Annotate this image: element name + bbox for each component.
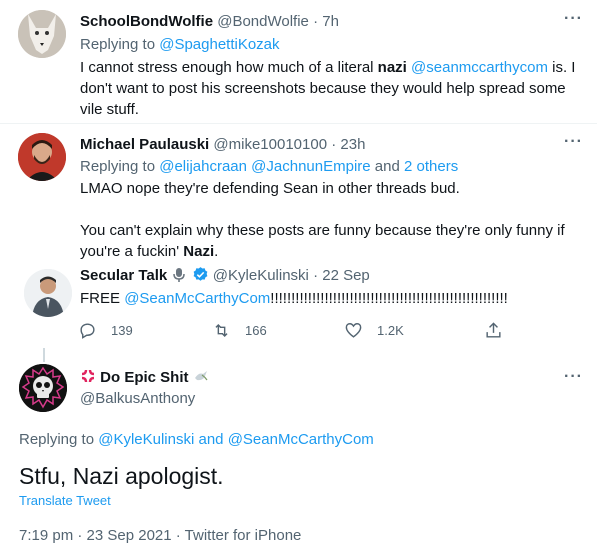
mention-link[interactable]: @SeanMcCarthyCom: [124, 290, 270, 307]
like-count: 1.2K: [377, 323, 404, 338]
person-avatar-icon: [18, 133, 66, 181]
author-name[interactable]: Secular Talk: [80, 267, 167, 284]
replying-and: and: [198, 431, 224, 448]
tweet-text: I cannot stress enough how much of a lit…: [80, 58, 575, 78]
dove-icon: [193, 368, 209, 390]
avatar[interactable]: [19, 364, 67, 412]
author-handle[interactable]: @mike10010100: [213, 136, 327, 153]
tweet-time[interactable]: 7h: [322, 13, 339, 30]
tweet-text-bold: nazi: [377, 59, 407, 76]
tweet-text-bold: Nazi: [183, 243, 215, 260]
reply-button[interactable]: 139: [78, 321, 133, 340]
anger-icon: [80, 368, 96, 390]
tweet-text-part: .: [214, 243, 219, 260]
person-avatar-icon: [24, 269, 72, 317]
more-icon[interactable]: ···: [564, 133, 583, 151]
retweet-count: 166: [245, 323, 267, 338]
more-icon[interactable]: ···: [564, 10, 583, 28]
thread-line: [43, 348, 45, 362]
replying-others[interactable]: 2 others: [404, 158, 458, 175]
tweet-text: you're a fuckin' Nazi.: [80, 242, 218, 262]
like-button[interactable]: 1.2K: [344, 321, 404, 340]
wolf-avatar-icon: [18, 10, 66, 58]
verified-icon: [192, 266, 209, 289]
tweet-text: FREE @SeanMcCarthyCom!!!!!!!!!!!!!!!!!!!…: [80, 289, 508, 309]
share-button[interactable]: [484, 321, 503, 340]
replying-mention[interactable]: @SpaghettiKozak: [159, 36, 279, 53]
tweet-text-line: LMAO nope they're defending Sean in othe…: [80, 180, 460, 197]
replying-label: Replying to: [80, 36, 156, 53]
translate-tweet-link[interactable]: Translate Tweet: [19, 493, 111, 509]
tweet-text-part: you're a fuckin': [80, 243, 184, 260]
reply-icon: [80, 323, 95, 339]
retweet-button[interactable]: 166: [212, 321, 267, 340]
tweet-text-part: is. I: [547, 59, 576, 76]
author-name[interactable]: Do Epic Shit: [100, 369, 188, 386]
author-handle[interactable]: @KyleKulinski: [213, 267, 309, 284]
tweet-text-part: !!!!!!!!!!!!!!!!!!!!!!!!!!!!!!!!!!!!!!!!…: [270, 290, 508, 307]
reply-count: 139: [111, 323, 133, 338]
divider: [0, 123, 597, 124]
avatar[interactable]: [18, 10, 66, 58]
avatar[interactable]: [24, 269, 72, 317]
author-name[interactable]: Michael Paulauski: [80, 136, 209, 153]
tweet-text-part: I cannot stress enough how much of a lit…: [80, 59, 378, 76]
replying-mention[interactable]: @JachnunEmpire: [251, 158, 370, 175]
tweet-text-part: FREE: [80, 290, 125, 307]
more-icon[interactable]: ···: [564, 368, 583, 386]
mention-link[interactable]: @seanmccarthycom: [411, 59, 548, 76]
replying-mention[interactable]: @KyleKulinski: [98, 431, 194, 448]
tweet-time[interactable]: 23h: [340, 136, 365, 153]
author-handle[interactable]: @BondWolfie: [217, 13, 309, 30]
replying-label: Replying to: [19, 431, 95, 448]
main-tweet-text: Stfu, Nazi apologist.: [19, 463, 224, 489]
tweet-text-line: don't want to post his screenshots becau…: [80, 80, 566, 97]
replying-mention[interactable]: @SeanMcCarthyCom: [228, 431, 374, 448]
skull-avatar-icon: [19, 364, 67, 412]
tweet-timestamp[interactable]: 7:19 pm · 23 Sep 2021 · Twitter for iPho…: [19, 526, 301, 546]
author-handle[interactable]: @BalkusAnthony: [80, 389, 195, 409]
avatar[interactable]: [18, 133, 66, 181]
author-name[interactable]: SchoolBondWolfie: [80, 13, 213, 30]
share-icon: [486, 322, 501, 338]
microphone-icon: [171, 267, 187, 289]
retweet-icon: [215, 323, 228, 338]
replying-and: and: [374, 158, 400, 175]
tweet-time[interactable]: 22 Sep: [322, 267, 370, 284]
tweet-text-line: You can't explain why these posts are fu…: [80, 222, 565, 239]
replying-label: Replying to: [80, 158, 156, 175]
replying-mention[interactable]: @elijahcraan: [159, 158, 247, 175]
tweet-text-line: vile stuff.: [80, 101, 139, 118]
like-icon: [345, 323, 362, 338]
